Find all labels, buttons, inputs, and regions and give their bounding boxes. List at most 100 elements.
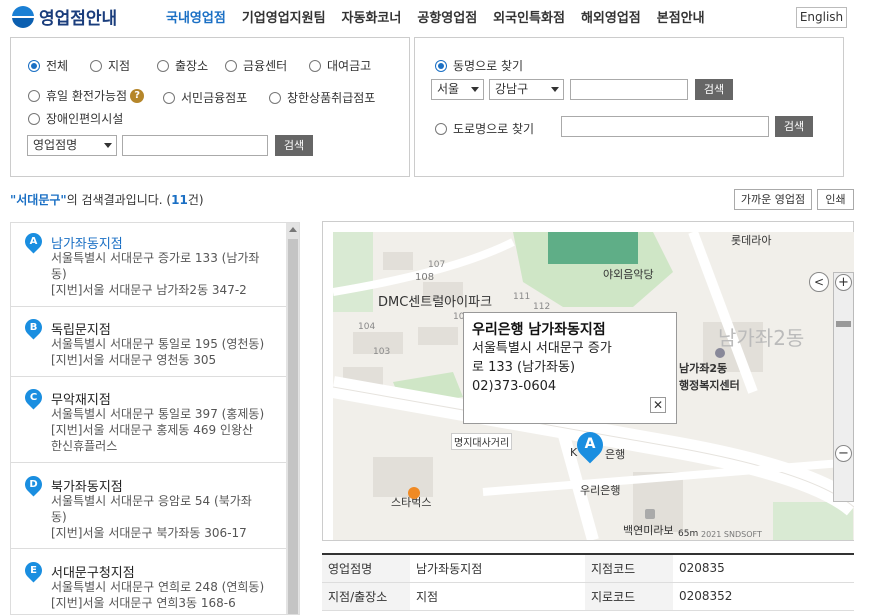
branch-jibun: [지번]서울 서대문구 연희3동 168-6 [51,596,236,610]
dong-input[interactable] [570,79,688,100]
map-label-111: 111 [513,292,531,302]
map-scale: 65m [678,529,699,539]
radio-accessibility-circle [28,112,40,125]
bank-logo-icon [12,5,34,28]
branch-address: 서울특별시 서대문구 응암로 54 (북가좌 [51,494,252,508]
radio-by-road-label: 도로명으로 찾기 [453,122,535,136]
map-label-woori: 우리은행 [580,484,621,497]
help-icon[interactable]: ? [130,88,145,103]
map-label-intersection: 명지대사거리 [451,433,513,450]
list-item[interactable]: B 독립문지점 서울특별시 서대문구 통일로 195 (영천동) [지번]서울 … [11,307,286,377]
branch-address: 서울특별시 서대문구 증가로 133 (남가좌 [51,251,260,265]
radio-all[interactable]: 전체 [28,57,68,74]
nav-airport[interactable]: 공항영업점 [417,7,477,26]
nav-domestic[interactable]: 국내영업점 [166,7,226,26]
zoom-in-button[interactable]: + [835,274,852,291]
radio-safe-deposit-label: 대여금고 [327,59,372,73]
radio-all-circle [28,59,40,72]
radio-office[interactable]: 출장소 [157,57,208,74]
zoom-out-button[interactable]: − [835,445,852,462]
pin-letter: C [29,392,38,403]
radio-branch-label: 지점 [108,59,131,73]
close-icon[interactable]: ✕ [650,397,666,413]
branch-search-button[interactable]: 검색 [275,135,313,156]
result-summary: "서대문구"의 검색결과입니다. (11건) [10,191,204,208]
dong-search-button[interactable]: 검색 [695,79,733,100]
radio-safe-deposit-circle [309,59,321,72]
zoom-slider[interactable]: + − [833,272,854,502]
list-item[interactable]: D 북가좌동지점 서울특별시 서대문구 응암로 54 (북가좌 동) [지번]서… [11,463,286,549]
radio-holiday-exchange[interactable]: 휴일 환전가능점 ? [28,87,145,104]
radio-by-dong[interactable]: 동명으로 찾기 [435,57,523,74]
branch-jibun: [지번]서울 서대문구 남가좌2동 347-2 [51,283,247,297]
list-scrollbar[interactable] [286,223,299,614]
logo[interactable]: 영업점안내 [12,4,117,29]
table-row: 영업점명 남가좌동지점 지점코드 020835 [322,554,854,583]
popup-address: 로 133 (남가좌동) [472,360,576,375]
search-type-value: 영업점명 [33,138,78,152]
popup-title: 우리은행 남가좌동지점 [472,322,606,338]
radio-microfinance-label: 서민금융점포 [181,91,248,105]
pan-left-button[interactable]: < [809,272,829,292]
map-label-district: 남가좌2동 [718,326,805,350]
chevron-down-icon [104,143,112,148]
map[interactable]: 롯데라아 야외음악당 DMC센트럴아이파크 108 남가좌2동 남가좌2동 행정… [333,232,854,540]
radio-special-products[interactable]: 창한상품취급점포 [269,89,375,106]
zoom-handle[interactable] [836,321,851,327]
info-label: 지점코드 [585,554,673,583]
radio-by-dong-label: 동명으로 찾기 [453,59,524,73]
branch-address: 동) [51,267,67,281]
radio-by-dong-circle [435,59,447,72]
info-label: 지로코드 [585,582,673,611]
city-select[interactable]: 서울 [431,79,484,100]
map-label-dmc: DMC센트럴아이파크 [378,295,493,310]
search-type-select[interactable]: 영업점명 [27,135,117,156]
radio-safe-deposit[interactable]: 대여금고 [309,57,371,74]
radio-microfinance[interactable]: 서민금융점포 [163,89,247,106]
radio-accessibility-label: 장애인편의시설 [46,112,124,126]
radio-branch[interactable]: 지점 [90,57,130,74]
print-button[interactable]: 인쇄 [817,189,854,210]
nearby-branch-button[interactable]: 가까운 영업점 [734,189,812,210]
branch-address: 서울특별시 서대문구 통일로 195 (영천동) [51,337,265,351]
radio-financial-center-circle [225,59,237,72]
branch-jibun: [지번]서울 서대문구 영천동 305 [51,353,217,367]
info-label: 영업점명 [322,554,410,583]
logo-text: 영업점안내 [39,9,118,29]
english-button[interactable]: English [796,7,847,28]
pin-letter: A [29,236,38,247]
radio-microfinance-circle [163,91,175,104]
radio-financial-center[interactable]: 금융센터 [225,57,287,74]
district-select[interactable]: 강남구 [489,79,564,100]
branch-jibun: 한신휴플러스 [51,439,118,453]
list-item[interactable]: C 무악재지점 서울특별시 서대문구 통일로 397 (홍제동) [지번]서울 … [11,377,286,463]
nav-corporate[interactable]: 기업영업지원팀 [242,7,326,26]
nav-foreigner[interactable]: 외국인특화점 [493,7,565,26]
branch-info-table: 영업점명 남가좌동지점 지점코드 020835 지점/출장소 지점 지로코드 0… [322,553,854,611]
map-label-office-1: 남가좌2동 [679,362,728,375]
map-label-building: 백연미라보 [623,524,674,537]
popup-phone: 02)373-0604 [472,379,557,394]
radio-financial-center-label: 금융센터 [243,59,288,73]
scroll-thumb[interactable] [288,239,298,614]
radio-by-road[interactable]: 도로명으로 찾기 [435,120,534,137]
map-label-104: 104 [358,322,376,332]
radio-accessibility[interactable]: 장애인편의시설 [28,110,123,127]
city-select-value: 서울 [437,82,460,96]
nav-headquarters[interactable]: 본점안내 [657,7,705,26]
branch-address: 서울특별시 서대문구 연희로 248 (연희동) [51,580,265,594]
nav-overseas[interactable]: 해외영업점 [581,7,641,26]
map-label-107: 107 [428,260,446,270]
branch-name-input[interactable] [122,135,268,156]
list-item[interactable]: A 남가좌동지점 서울특별시 서대문구 증가로 133 (남가좌 동) [지번]… [11,223,286,307]
radio-holiday-exchange-label: 휴일 환전가능점 [46,89,128,103]
map-label-bank: 은행 [605,448,626,461]
road-search-button[interactable]: 검색 [775,116,813,137]
radio-special-products-label: 창한상품취급점포 [287,91,376,105]
map-label-amphitheater: 야외음악당 [603,268,654,281]
list-item[interactable]: E 서대문구청지점 서울특별시 서대문구 연희로 248 (연희동) [지번]서… [11,549,286,614]
radio-branch-circle [90,59,102,72]
road-input[interactable] [561,116,769,137]
scroll-up-icon[interactable] [289,227,297,232]
nav-atm[interactable]: 자동화코너 [342,7,402,26]
